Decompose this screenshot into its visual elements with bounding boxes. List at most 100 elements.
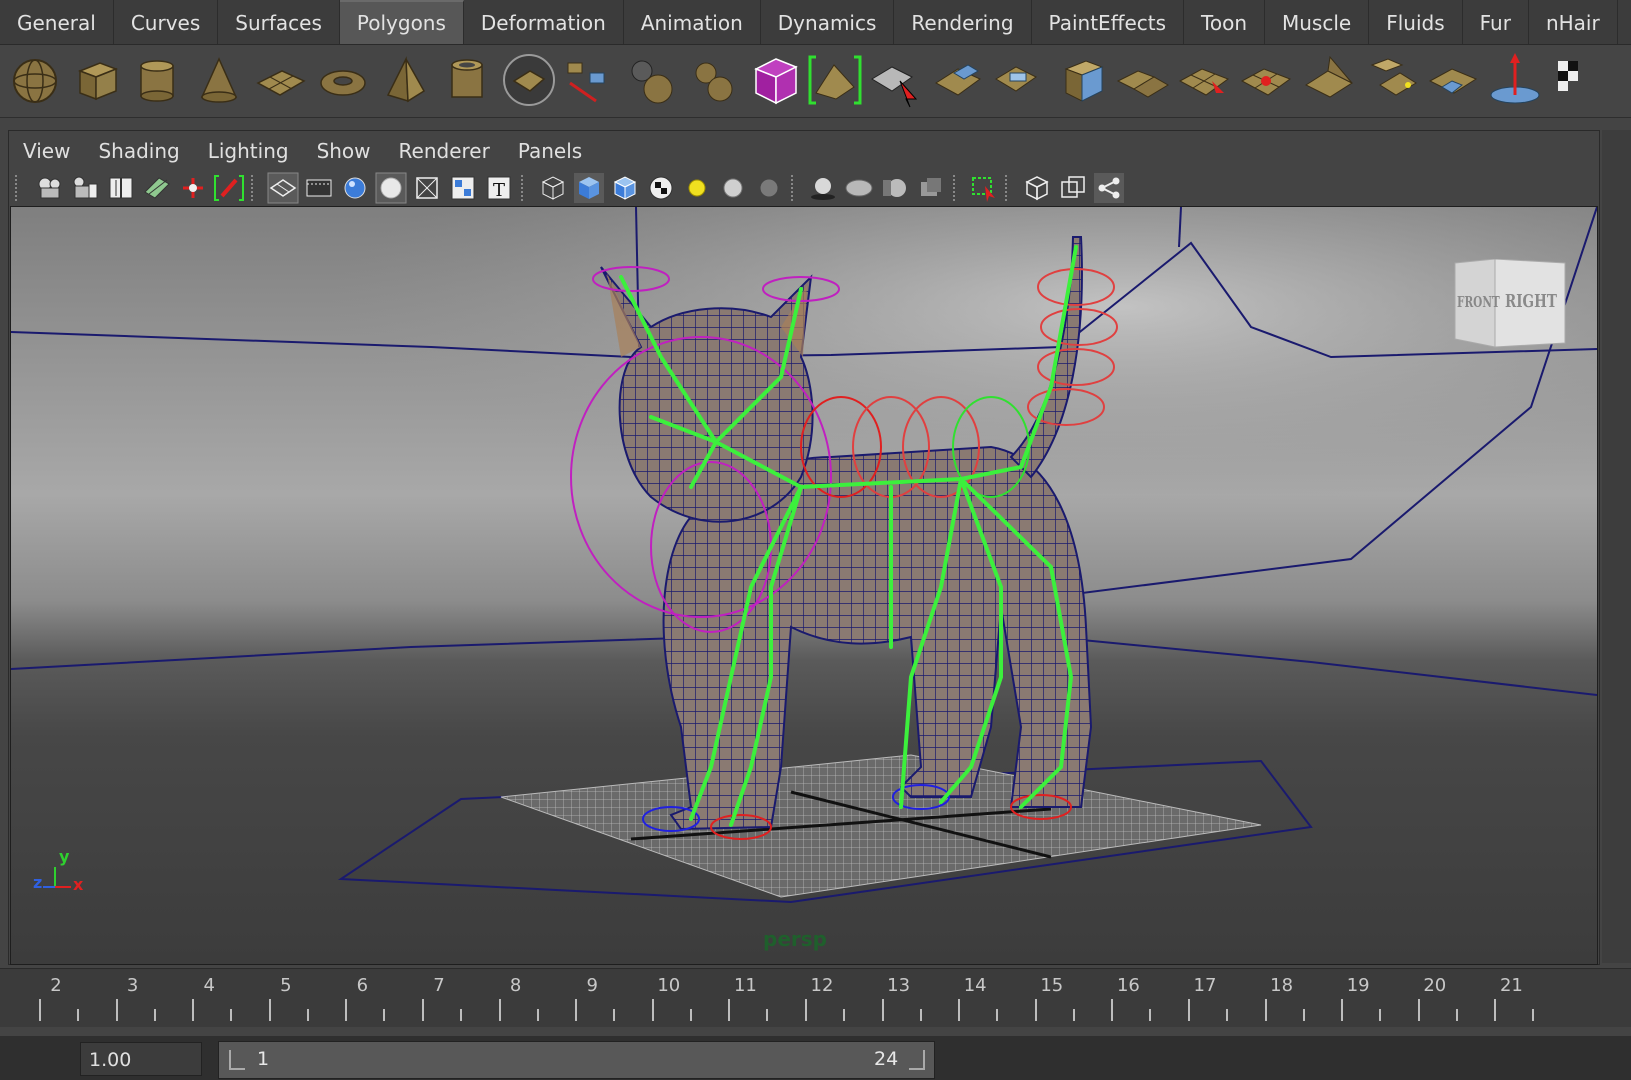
shelf-tab-deformation[interactable]: Deformation — [464, 0, 624, 44]
grease-pencil-icon[interactable] — [213, 172, 245, 204]
timeline-tick — [1188, 999, 1190, 1021]
wireframe-on-shaded-icon[interactable] — [609, 172, 641, 204]
cut-faces-icon[interactable] — [1424, 51, 1482, 109]
wireframe-cube-icon[interactable] — [537, 172, 569, 204]
panel-menu-lighting[interactable]: Lighting — [194, 131, 303, 169]
range-start-handle[interactable] — [229, 1050, 245, 1070]
range-end-handle[interactable] — [909, 1050, 925, 1070]
poly-sphere-icon[interactable] — [6, 51, 64, 109]
viewport-3d[interactable]: . FRONT RIGHT y z x persp — [10, 206, 1598, 965]
timeline-tick — [192, 999, 195, 1021]
extrude-icon[interactable] — [990, 51, 1048, 109]
no-lights-icon[interactable] — [753, 172, 785, 204]
poly-plane-icon[interactable] — [252, 51, 310, 109]
shaded-cube-icon[interactable] — [573, 172, 605, 204]
timeline-tick-label: 8 — [509, 975, 522, 996]
playback-range-slider[interactable]: 1 24 — [218, 1041, 935, 1079]
timeline-tick-label: 5 — [280, 975, 292, 996]
bridge-icon[interactable] — [806, 51, 864, 109]
poly-cone-icon[interactable] — [190, 51, 248, 109]
mirror-cut-icon[interactable] — [746, 51, 804, 109]
shelf-tab-painteffects[interactable]: PaintEffects — [1032, 0, 1185, 44]
merge-icon[interactable] — [1052, 51, 1110, 109]
poly-pipe-icon[interactable] — [438, 51, 496, 109]
shelf-tab-fluids[interactable]: Fluids — [1369, 0, 1463, 44]
view-cube[interactable]: FRONT RIGHT — [1451, 258, 1569, 351]
extract-icon[interactable] — [866, 51, 924, 109]
shelf-tab-curves[interactable]: Curves — [114, 0, 219, 44]
poly-pyramid-icon[interactable] — [376, 51, 434, 109]
wireframe-icon[interactable] — [267, 172, 299, 204]
separate-icon[interactable] — [684, 51, 742, 109]
xray-active-icon[interactable] — [1057, 172, 1089, 204]
panel-menu-show[interactable]: Show — [303, 131, 385, 169]
xray-icon[interactable] — [411, 172, 443, 204]
xray-joints-icon[interactable] — [1021, 172, 1053, 204]
camera-attributes-icon[interactable] — [69, 172, 101, 204]
shelf-tab-muscle[interactable]: Muscle — [1265, 0, 1370, 44]
combine-icon[interactable] — [622, 51, 680, 109]
panel-menu-panels[interactable]: Panels — [504, 131, 596, 169]
shelf-tab-n[interactable]: n — [1618, 0, 1631, 44]
panel-menu-view[interactable]: View — [9, 131, 84, 169]
textured-icon[interactable] — [447, 172, 479, 204]
timeline-tick — [1341, 999, 1344, 1021]
panel-menu-shading[interactable]: Shading — [84, 131, 193, 169]
model-panel: View Shading Lighting Show Renderer Panels T — [8, 130, 1600, 965]
shelf-tab-nhair[interactable]: nHair — [1529, 0, 1618, 44]
select-faces-icon[interactable] — [928, 51, 986, 109]
split-edge-icon[interactable] — [1362, 51, 1420, 109]
timeline-tick — [345, 999, 348, 1021]
bevel-icon[interactable] — [1114, 51, 1172, 109]
shelf-tab-fur[interactable]: Fur — [1463, 0, 1529, 44]
toolbar-separator — [15, 175, 21, 201]
panel-menu-renderer[interactable]: Renderer — [385, 131, 504, 169]
select-camera-icon[interactable] — [33, 172, 65, 204]
timeline-tick — [1532, 1009, 1535, 1021]
smooth-shade-icon[interactable] — [339, 172, 371, 204]
shelf-tab-surfaces[interactable]: Surfaces — [218, 0, 340, 44]
shadows-icon[interactable] — [807, 172, 839, 204]
shelf-tab-polygons[interactable]: Polygons — [339, 0, 464, 44]
time-slider[interactable]: 2 3 4 5 6 7 8 9 10 11 12 13 14 15 16 17 18 19 20 21 — [0, 968, 1631, 1027]
toolbar-separator — [251, 175, 257, 201]
timeline-tick — [1302, 1009, 1305, 1021]
motion-blur-icon[interactable] — [879, 172, 911, 204]
move-component-icon[interactable] — [1486, 51, 1544, 109]
start-time-field[interactable]: 1.00 — [80, 1042, 202, 1076]
resolution-gate-icon[interactable] — [303, 172, 335, 204]
smooth-icon[interactable] — [1176, 51, 1234, 109]
timeline-tick — [1494, 999, 1497, 1021]
append-icon[interactable] — [1300, 51, 1358, 109]
wedge-icon[interactable] — [1238, 51, 1296, 109]
share-icon[interactable] — [1093, 172, 1125, 204]
shelf-tab-toon[interactable]: Toon — [1184, 0, 1265, 44]
timeline-tick-label: 18 — [1270, 975, 1294, 996]
checker-icon[interactable] — [1552, 51, 1582, 109]
flat-shade-icon[interactable] — [375, 172, 407, 204]
screen-space-ao-icon[interactable] — [843, 172, 875, 204]
timeline-tick — [575, 999, 578, 1021]
split-polygon-icon[interactable] — [560, 51, 618, 109]
shelf-tab-rendering[interactable]: Rendering — [894, 0, 1032, 44]
default-light-icon[interactable] — [681, 172, 713, 204]
anti-aliasing-icon[interactable] — [915, 172, 947, 204]
poly-torus-icon[interactable] — [314, 51, 372, 109]
2d-pan-zoom-icon[interactable] — [177, 172, 209, 204]
poly-soccer-ball-icon[interactable] — [500, 51, 558, 109]
all-lights-icon[interactable] — [717, 172, 749, 204]
shelf-tab-general[interactable]: General — [0, 0, 114, 44]
axis-gizmo: y z x — [25, 847, 85, 907]
checker-texture-icon[interactable] — [645, 172, 677, 204]
timeline-tick — [651, 999, 654, 1021]
bookmarks-icon[interactable] — [105, 172, 137, 204]
text-icon[interactable]: T — [483, 172, 515, 204]
shelf-tab-animation[interactable]: Animation — [624, 0, 761, 44]
poly-cube-icon[interactable] — [68, 51, 126, 109]
shelf-tab-dynamics[interactable]: Dynamics — [761, 0, 895, 44]
timeline-tick-label: 10 — [657, 975, 681, 996]
poly-cylinder-icon[interactable] — [128, 51, 186, 109]
isolate-select-icon[interactable] — [969, 172, 1001, 204]
timeline-tick — [1379, 1009, 1382, 1021]
image-plane-icon[interactable] — [141, 172, 173, 204]
